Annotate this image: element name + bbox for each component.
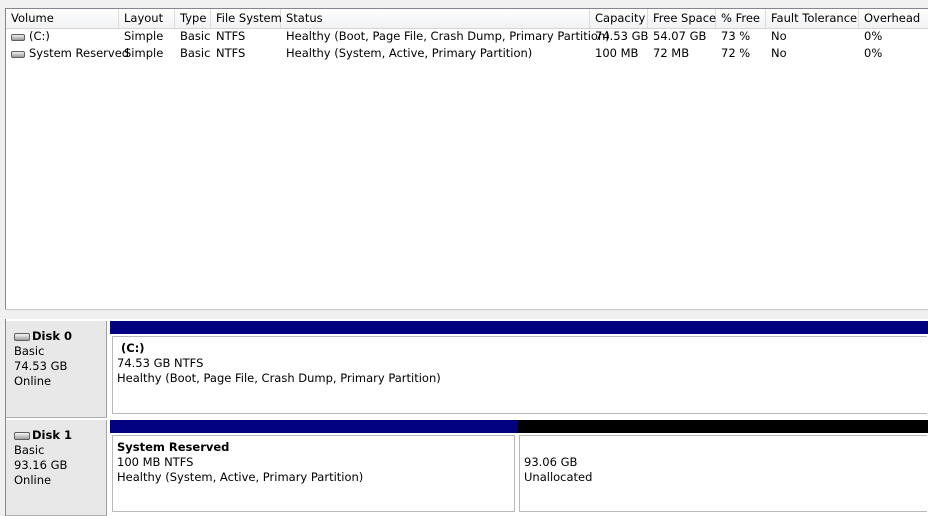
disk-name: Disk 1 — [32, 428, 72, 442]
volume-name: (C:) — [29, 29, 50, 43]
volume-name: System Reserved — [29, 46, 130, 60]
disk-type: Basic — [14, 344, 45, 358]
disk-icon — [14, 431, 30, 440]
volume-free-space: 54.07 GB — [653, 29, 707, 43]
partition-unallocated[interactable]: 93.06 GB Unallocated — [517, 420, 928, 516]
column-header-free-space[interactable]: Free Space — [648, 9, 716, 28]
volume-list[interactable]: Volume Layout Type File System Status Ca… — [5, 8, 928, 310]
volume-type: Basic — [180, 46, 211, 60]
column-header-status[interactable]: Status — [281, 9, 590, 28]
partition-size: 93.06 GB — [524, 455, 578, 469]
column-header-file-system[interactable]: File System — [211, 9, 282, 28]
pane-splitter[interactable] — [5, 309, 928, 319]
volume-file-system: NTFS — [216, 29, 246, 43]
partition-bar-unallocated — [517, 420, 928, 433]
disk-icon — [14, 332, 30, 341]
volume-type: Basic — [180, 29, 211, 43]
disk-state: Online — [14, 374, 52, 388]
column-header-fault-tolerance[interactable]: Fault Tolerance — [766, 9, 859, 28]
disk-state: Online — [14, 473, 52, 487]
drive-icon — [11, 51, 25, 58]
partition-bar-primary — [110, 321, 928, 334]
partition-system-reserved[interactable]: System Reserved 100 MB NTFS Healthy (Sys… — [110, 420, 517, 516]
column-header-capacity[interactable]: Capacity — [590, 9, 648, 28]
disk-type: Basic — [14, 443, 45, 457]
volume-free-space: 72 MB — [653, 46, 690, 60]
column-header-overhead[interactable]: Overhead — [859, 9, 928, 28]
volume-row-system-reserved[interactable]: System Reserved Simple Basic NTFS Health… — [6, 45, 928, 62]
volume-file-system: NTFS — [216, 46, 246, 60]
partition-c[interactable]: (C:) 74.53 GB NTFS Healthy (Boot, Page F… — [110, 321, 928, 418]
volume-fault-tolerance: No — [771, 29, 787, 43]
partition-size: 100 MB NTFS — [117, 455, 194, 469]
volume-fault-tolerance: No — [771, 46, 787, 60]
partition-title: System Reserved — [117, 440, 230, 454]
disk-map[interactable]: Disk 0 Basic 74.53 GB Online (C:) 74.53 … — [5, 319, 928, 516]
partition-status: Healthy (System, Active, Primary Partiti… — [117, 470, 364, 484]
volume-percent-free: 73 % — [721, 29, 751, 43]
drive-icon — [11, 34, 25, 41]
volume-overhead: 0% — [864, 29, 883, 43]
disk-size: 93.16 GB — [14, 458, 68, 472]
column-header-type[interactable]: Type — [175, 9, 211, 28]
volume-layout: Simple — [124, 29, 164, 43]
volume-status: Healthy (System, Active, Primary Partiti… — [286, 46, 533, 60]
partition-size: 74.53 GB NTFS — [117, 356, 204, 370]
column-header-volume[interactable]: Volume — [6, 9, 119, 28]
disk-row-1: Disk 1 Basic 93.16 GB Online System Rese… — [6, 420, 928, 516]
disk-info-1[interactable]: Disk 1 Basic 93.16 GB Online — [6, 420, 107, 516]
volume-overhead: 0% — [864, 46, 883, 60]
disk-size: 74.53 GB — [14, 359, 68, 373]
disk-info-0[interactable]: Disk 0 Basic 74.53 GB Online — [6, 321, 107, 418]
partition-bar-primary — [110, 420, 517, 433]
partition-status: Unallocated — [524, 470, 593, 484]
volume-layout: Simple — [124, 46, 164, 60]
volume-capacity: 74.53 GB — [595, 29, 649, 43]
volume-list-header: Volume Layout Type File System Status Ca… — [6, 9, 928, 29]
disk-row-0: Disk 0 Basic 74.53 GB Online (C:) 74.53 … — [6, 321, 928, 418]
column-header-percent-free[interactable]: % Free — [716, 9, 766, 28]
partition-status: Healthy (Boot, Page File, Crash Dump, Pr… — [117, 371, 441, 385]
disk-name: Disk 0 — [32, 329, 72, 343]
column-header-layout[interactable]: Layout — [119, 9, 175, 28]
volume-capacity: 100 MB — [595, 46, 639, 60]
volume-percent-free: 72 % — [721, 46, 751, 60]
volume-status: Healthy (Boot, Page File, Crash Dump, Pr… — [286, 29, 610, 43]
partition-title: (C:) — [121, 341, 145, 355]
volume-row-c[interactable]: (C:) Simple Basic NTFS Healthy (Boot, Pa… — [6, 28, 928, 45]
partition-title — [524, 440, 927, 455]
